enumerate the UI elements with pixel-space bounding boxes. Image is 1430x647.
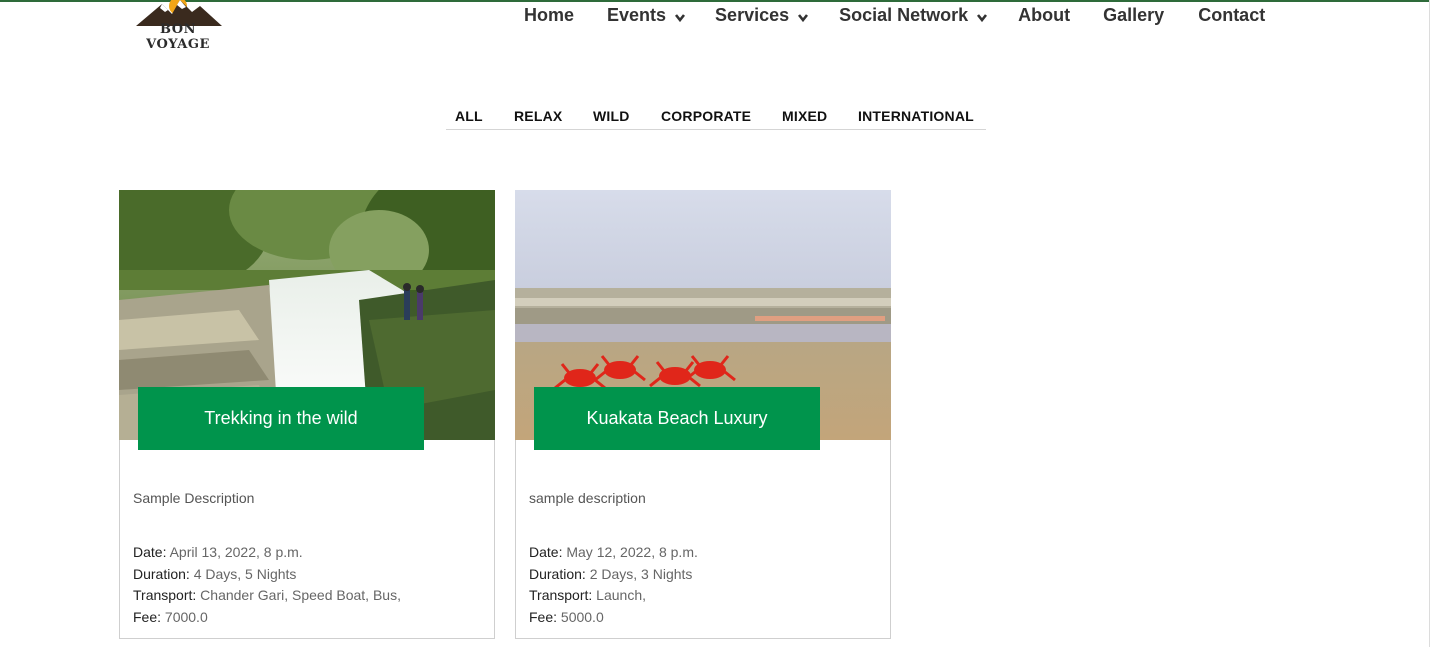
category-filter-bar: ALL RELAX WILD CORPORATE MIXED INTERNATI… xyxy=(446,107,986,130)
card-details: Date: May 12, 2022, 8 p.m. Duration: 2 D… xyxy=(529,542,698,628)
nav-social-network-label: Social Network xyxy=(839,4,969,25)
filter-wild[interactable]: WILD xyxy=(593,108,630,124)
nav-services[interactable]: Services xyxy=(715,4,809,26)
nav-events[interactable]: Events xyxy=(607,4,686,26)
card-date-value: May 12, 2022, 8 p.m. xyxy=(566,544,698,560)
card-transport-value: Chander Gari, Speed Boat, Bus, xyxy=(200,587,401,603)
card-date-value: April 13, 2022, 8 p.m. xyxy=(169,544,303,560)
card-duration-value: 2 Days, 3 Nights xyxy=(589,565,693,582)
filter-international[interactable]: INTERNATIONAL xyxy=(858,108,974,124)
card-duration-row: Duration: 4 Days, 5 Nights xyxy=(133,565,297,582)
card-fee-value: 7000.0 xyxy=(164,608,208,625)
card-title-button[interactable]: Kuakata Beach Luxury xyxy=(534,387,820,450)
card-title-button[interactable]: Trekking in the wild xyxy=(138,387,424,450)
nav-social-network[interactable]: Social Network xyxy=(839,4,988,26)
card-description: Sample Description xyxy=(133,490,255,506)
nav-gallery-label: Gallery xyxy=(1103,4,1165,25)
filter-mixed[interactable]: MIXED xyxy=(782,108,827,124)
brand-logo[interactable]: BON VOYAGE xyxy=(132,0,224,52)
chevron-down-icon xyxy=(977,14,988,23)
card-fee-row: Fee: 7000.0 xyxy=(133,608,208,625)
nav-services-label: Services xyxy=(715,4,790,25)
card-description: sample description xyxy=(529,490,646,506)
nav-contact[interactable]: Contact xyxy=(1198,4,1265,26)
card-fee-value: 5000.0 xyxy=(560,608,604,625)
nav-contact-label: Contact xyxy=(1198,4,1266,25)
card-duration-value: 4 Days, 5 Nights xyxy=(193,565,297,582)
nav-about-label: About xyxy=(1018,4,1071,25)
nav-about[interactable]: About xyxy=(1018,4,1070,26)
event-card[interactable]: Trekking in the wild Sample Description … xyxy=(119,190,495,639)
filter-relax[interactable]: RELAX xyxy=(514,108,562,124)
card-date-row: Date: April 13, 2022, 8 p.m. xyxy=(133,544,303,560)
card-fee-row: Fee: 5000.0 xyxy=(529,608,604,625)
nav-home[interactable]: Home xyxy=(524,4,574,26)
chevron-down-icon xyxy=(675,14,686,23)
card-duration-row: Duration: 2 Days, 3 Nights xyxy=(529,565,693,582)
filter-corporate[interactable]: CORPORATE xyxy=(661,108,751,124)
event-card[interactable]: Kuakata Beach Luxury sample description … xyxy=(515,190,891,639)
main-nav: Home Events Services Social Network Abou… xyxy=(520,4,1265,26)
nav-gallery[interactable]: Gallery xyxy=(1103,4,1164,26)
card-transport-row: Transport: Chander Gari, Speed Boat, Bus… xyxy=(133,587,401,603)
card-transport-value: Launch, xyxy=(596,587,646,603)
card-details: Date: April 13, 2022, 8 p.m. Duration: 4… xyxy=(133,542,401,628)
nav-home-label: Home xyxy=(524,4,575,25)
card-transport-row: Transport: Launch, xyxy=(529,587,646,603)
nav-events-label: Events xyxy=(607,4,667,25)
chevron-down-icon xyxy=(798,14,809,23)
logo-text: BON VOYAGE xyxy=(146,22,210,52)
filter-all[interactable]: ALL xyxy=(455,108,483,124)
card-date-row: Date: May 12, 2022, 8 p.m. xyxy=(529,544,698,560)
